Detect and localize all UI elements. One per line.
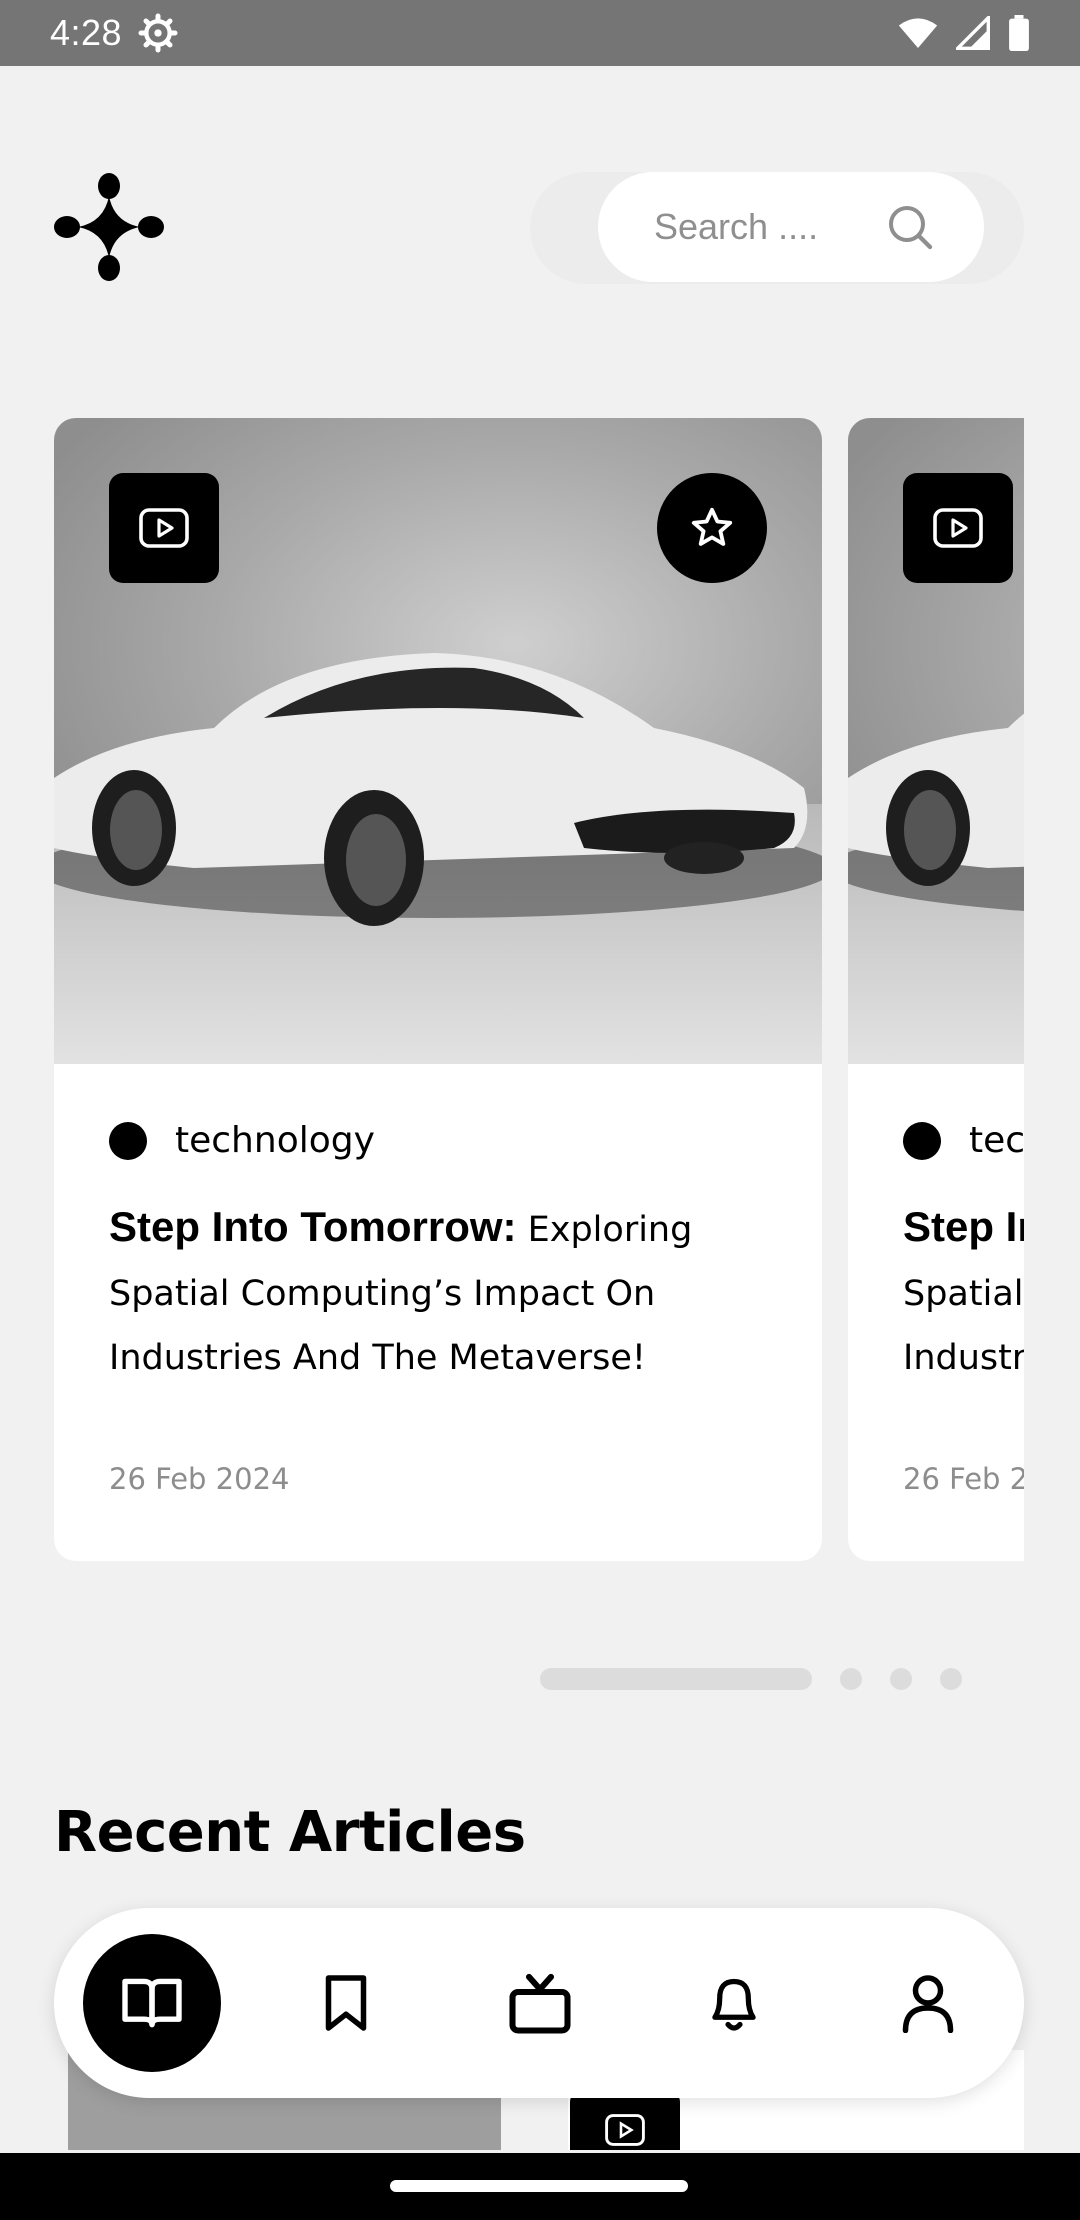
play-icon bbox=[139, 508, 189, 548]
article-headline[interactable]: Step Into Tomorrow: Exploring Spatial Co… bbox=[109, 1195, 769, 1390]
video-button[interactable] bbox=[903, 473, 1013, 583]
app-logo-icon bbox=[54, 173, 164, 281]
open-book-icon bbox=[122, 1978, 182, 2028]
nav-item-read[interactable] bbox=[82, 1908, 222, 2098]
profile-icon bbox=[902, 1975, 954, 2033]
favorite-button[interactable] bbox=[657, 473, 767, 583]
nav-item-profile[interactable] bbox=[858, 1908, 998, 2098]
pager-dot[interactable] bbox=[840, 1668, 862, 1690]
search-bar[interactable] bbox=[598, 172, 984, 282]
article-date: 26 Feb 2024 bbox=[109, 1462, 290, 1496]
category-label[interactable]: tec bbox=[969, 1120, 1024, 1161]
pager-dot[interactable] bbox=[940, 1668, 962, 1690]
wifi-icon bbox=[898, 18, 938, 48]
status-time: 4:28 bbox=[50, 12, 123, 53]
nav-item-notifications[interactable] bbox=[664, 1908, 804, 2098]
headline-line2: Spatial Computing’s Impact On bbox=[109, 1274, 656, 1314]
headline-line2: Spatial bbox=[903, 1274, 1024, 1314]
bookmark-icon bbox=[325, 1975, 367, 2031]
settings-gear-icon bbox=[138, 13, 178, 53]
video-button[interactable] bbox=[109, 473, 219, 583]
headline-line1: Exploring bbox=[516, 1210, 693, 1250]
category-dot bbox=[109, 1121, 147, 1160]
headline-line3: Industries And The Metaverse! bbox=[109, 1338, 646, 1378]
headline-line3: Industr bbox=[903, 1338, 1024, 1378]
status-bar: 4:28 bbox=[0, 0, 1080, 66]
featured-article-card-next[interactable]: tec Step In Spatial Industr 26 Feb 2 bbox=[848, 418, 1024, 1561]
play-icon bbox=[605, 2114, 645, 2146]
section-title-recent: Recent Articles bbox=[54, 1800, 526, 1865]
article-headline[interactable]: Step In Spatial Industr bbox=[903, 1195, 1024, 1390]
battery-icon bbox=[1009, 15, 1029, 51]
featured-article-card[interactable]: technology Step Into Tomorrow: Exploring… bbox=[54, 418, 822, 1561]
bottom-navigation bbox=[54, 1908, 1024, 2098]
home-gesture-handle[interactable] bbox=[390, 2180, 688, 2192]
tv-icon bbox=[509, 1973, 571, 2034]
search-icon[interactable] bbox=[886, 203, 934, 251]
bell-icon bbox=[712, 1978, 756, 2031]
pager-dot[interactable] bbox=[890, 1668, 912, 1690]
category-dot bbox=[903, 1121, 941, 1160]
system-navigation-bar bbox=[0, 2153, 1080, 2220]
signal-icon bbox=[956, 16, 990, 50]
carousel-pager[interactable] bbox=[540, 1668, 962, 1690]
car-image bbox=[848, 713, 1024, 911]
pager-active-indicator[interactable] bbox=[540, 1668, 812, 1690]
article-date: 26 Feb 2 bbox=[903, 1462, 1024, 1496]
category-label[interactable]: technology bbox=[175, 1120, 375, 1161]
car-image bbox=[54, 653, 822, 926]
nav-item-video[interactable] bbox=[470, 1908, 610, 2098]
headline-bold: Step In bbox=[903, 1203, 1024, 1250]
play-icon bbox=[933, 508, 983, 548]
search-input[interactable] bbox=[654, 206, 874, 248]
headline-bold: Step Into Tomorrow: bbox=[109, 1203, 517, 1250]
star-icon bbox=[691, 507, 733, 546]
nav-item-bookmarks[interactable] bbox=[276, 1908, 416, 2098]
video-button[interactable] bbox=[570, 2090, 680, 2150]
